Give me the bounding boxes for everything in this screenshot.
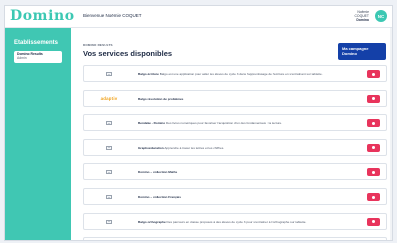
service-description: Balgo est une application pour aider les… bbox=[159, 72, 323, 76]
top-bar: Domino Bienvenue Noëmie COQUET Noëmie CO… bbox=[5, 6, 392, 28]
image-placeholder-icon bbox=[106, 195, 112, 199]
service-open-button[interactable] bbox=[367, 94, 380, 103]
service-description: Des livres numériques pour favoriser l'a… bbox=[166, 121, 283, 126]
welcome-text: Bienvenue Noëmie COQUET bbox=[83, 13, 142, 18]
open-icon bbox=[372, 72, 375, 76]
service-open-button[interactable] bbox=[367, 168, 380, 177]
service-text: Balgo résolution de problèmes bbox=[138, 97, 358, 101]
open-icon bbox=[372, 97, 375, 101]
sidebar: Etablissements Domino Results Admin bbox=[5, 28, 71, 240]
image-placeholder-icon bbox=[106, 170, 112, 175]
service-description: Apprendre à tracer les lettres et les ch… bbox=[164, 145, 225, 150]
service-logo bbox=[92, 144, 126, 152]
service-open-button[interactable] bbox=[367, 217, 380, 226]
sidebar-item-sublabel: Admin bbox=[17, 55, 27, 60]
open-icon bbox=[372, 121, 375, 125]
service-row[interactable]: adaptiv Balgo résolution de problèmes bbox=[83, 89, 387, 107]
service-text: Domino – collection Français bbox=[138, 195, 358, 199]
open-icon bbox=[372, 220, 375, 224]
service-logo bbox=[92, 119, 126, 127]
main-content: DOMINO RESULTS Vos services disponibles … bbox=[71, 28, 392, 240]
breadcrumb: DOMINO RESULTS bbox=[83, 43, 113, 47]
app-logo[interactable]: Domino bbox=[10, 8, 75, 24]
service-logo: adaptiv bbox=[92, 95, 126, 103]
service-row[interactable]: Domino – collection Maths bbox=[83, 163, 387, 181]
service-text: Balgo écriture Balgo est une application… bbox=[138, 72, 358, 76]
service-logo bbox=[92, 70, 126, 78]
service-logo bbox=[92, 168, 126, 176]
service-text: Domino – collection Maths bbox=[138, 170, 358, 174]
open-icon bbox=[372, 195, 375, 199]
service-open-button[interactable] bbox=[367, 193, 380, 201]
page-title: Vos services disponibles bbox=[83, 49, 173, 58]
image-placeholder-icon bbox=[106, 72, 112, 76]
sidebar-item-domino-results[interactable]: Domino Results Admin bbox=[14, 51, 62, 63]
service-title: Domino – collection Français bbox=[138, 195, 181, 199]
image-placeholder-icon bbox=[106, 145, 112, 150]
service-row[interactable]: Domino – collection Français bbox=[83, 188, 387, 205]
service-logo bbox=[92, 193, 126, 201]
app-window: Domino Bienvenue Noëmie COQUET Noëmie CO… bbox=[4, 5, 393, 241]
service-row[interactable]: Calculeux Une manière ludique et pratiqu… bbox=[83, 237, 387, 240]
service-row[interactable]: Balgo orthographe Des parcours en classe… bbox=[83, 212, 387, 230]
service-title: Bendeke - Domino bbox=[138, 121, 166, 126]
scrollbar[interactable] bbox=[390, 28, 392, 240]
service-title: Balgo orthographe bbox=[138, 219, 166, 224]
service-row[interactable]: Graphoéducation Apprendre à tracer les l… bbox=[83, 138, 387, 156]
service-open-button[interactable] bbox=[367, 70, 380, 78]
user-org: Domino bbox=[356, 18, 369, 22]
service-title: Graphoéducation bbox=[138, 145, 164, 150]
service-description: Des parcours en classe proposés à des él… bbox=[166, 219, 307, 224]
service-title: Balgo résolution de problèmes bbox=[138, 96, 184, 101]
service-row[interactable]: Bendeke - Domino Des livres numériques p… bbox=[83, 114, 387, 132]
service-text: Balgo orthographe Des parcours en classe… bbox=[138, 220, 358, 224]
open-icon bbox=[372, 146, 375, 150]
service-open-button[interactable] bbox=[367, 119, 380, 128]
service-title: Balgo écriture bbox=[138, 72, 159, 76]
image-placeholder-icon bbox=[106, 219, 112, 224]
service-title: Domino – collection Maths bbox=[138, 170, 178, 175]
open-icon bbox=[372, 170, 375, 174]
avatar[interactable]: NC bbox=[375, 10, 387, 22]
service-row[interactable]: Balgo écriture Balgo est une application… bbox=[83, 65, 387, 82]
campaign-button[interactable]: Ma campagne Domino bbox=[338, 43, 386, 60]
sidebar-title: Etablissements bbox=[14, 40, 59, 46]
user-info[interactable]: Noëmie COQUET Domino bbox=[354, 10, 369, 22]
service-open-button[interactable] bbox=[367, 143, 380, 152]
image-placeholder-icon bbox=[106, 121, 112, 126]
service-text: Graphoéducation Apprendre à tracer les l… bbox=[138, 146, 358, 150]
service-logo bbox=[92, 218, 126, 226]
service-text: Bendeke - Domino Des livres numériques p… bbox=[138, 121, 358, 125]
service-brand-logo: adaptiv bbox=[100, 96, 118, 102]
campaign-button-sublabel: Domino bbox=[342, 51, 357, 56]
